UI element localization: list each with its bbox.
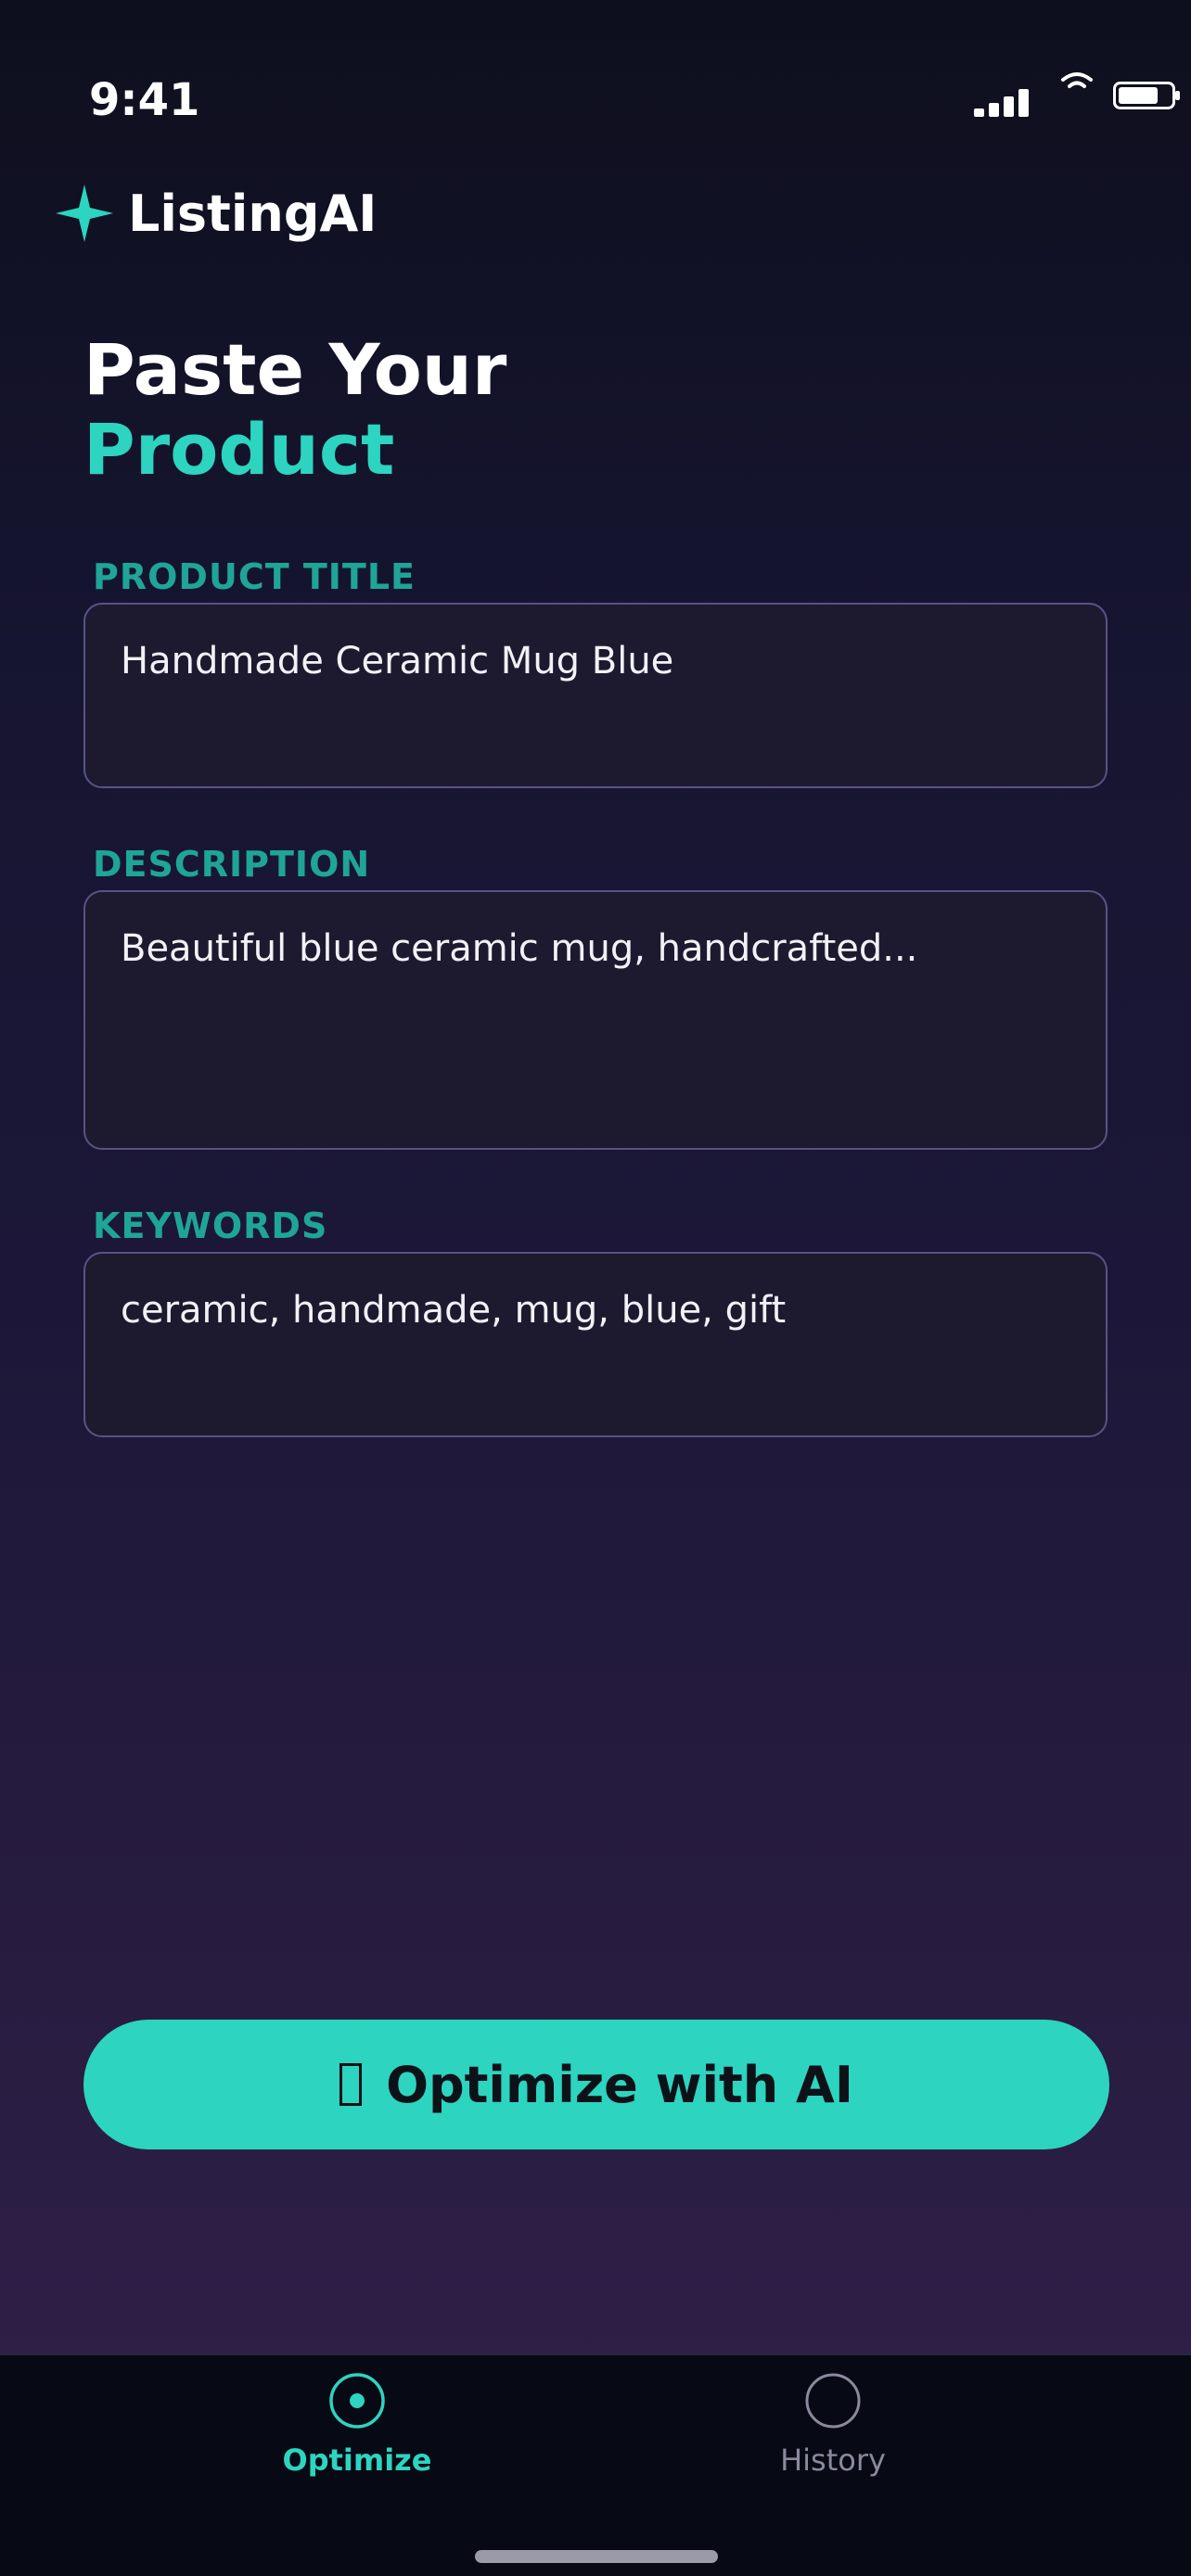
tab-optimize[interactable]: Optimize [218, 2372, 496, 2478]
brand-header: ListingAI [54, 182, 377, 245]
missing-glyph-icon [339, 2063, 363, 2106]
tab-bar: Optimize History [0, 2353, 1191, 2576]
circle-icon [805, 2373, 861, 2429]
product-title-label: PRODUCT TITLE [93, 556, 416, 597]
keywords-label: KEYWORDS [93, 1205, 328, 1246]
tab-history-label: History [780, 2442, 886, 2478]
wifi-icon [1061, 72, 1093, 88]
page-title-line1: Paste Your [83, 328, 507, 411]
optimize-button-label: Optimize with AI [386, 2055, 853, 2114]
product-title-input[interactable]: Handmade Ceramic Mug Blue [83, 603, 1108, 788]
keywords-value: ceramic, handmade, mug, blue, gift [121, 1289, 787, 1332]
app-name: ListingAI [128, 184, 378, 243]
description-value: Beautiful blue ceramic mug, handcrafted.… [121, 927, 918, 970]
description-label: DESCRIPTION [93, 844, 371, 885]
tab-optimize-label: Optimize [282, 2442, 432, 2478]
tab-history[interactable]: History [694, 2372, 972, 2478]
target-icon [329, 2373, 385, 2429]
page-title-line2: Product [83, 408, 395, 491]
optimize-button[interactable]: Optimize with AI [83, 2020, 1109, 2149]
keywords-input[interactable]: ceramic, handmade, mug, blue, gift [83, 1252, 1108, 1437]
status-time: 9:41 [89, 74, 200, 126]
product-title-value: Handmade Ceramic Mug Blue [121, 640, 674, 682]
page-title: Paste Your Product [83, 330, 506, 490]
sparkle-icon [56, 185, 113, 242]
signal-icon [974, 89, 1030, 117]
battery-icon [1113, 82, 1180, 109]
home-indicator[interactable] [475, 2550, 718, 2563]
description-input[interactable]: Beautiful blue ceramic mug, handcrafted.… [83, 890, 1108, 1150]
